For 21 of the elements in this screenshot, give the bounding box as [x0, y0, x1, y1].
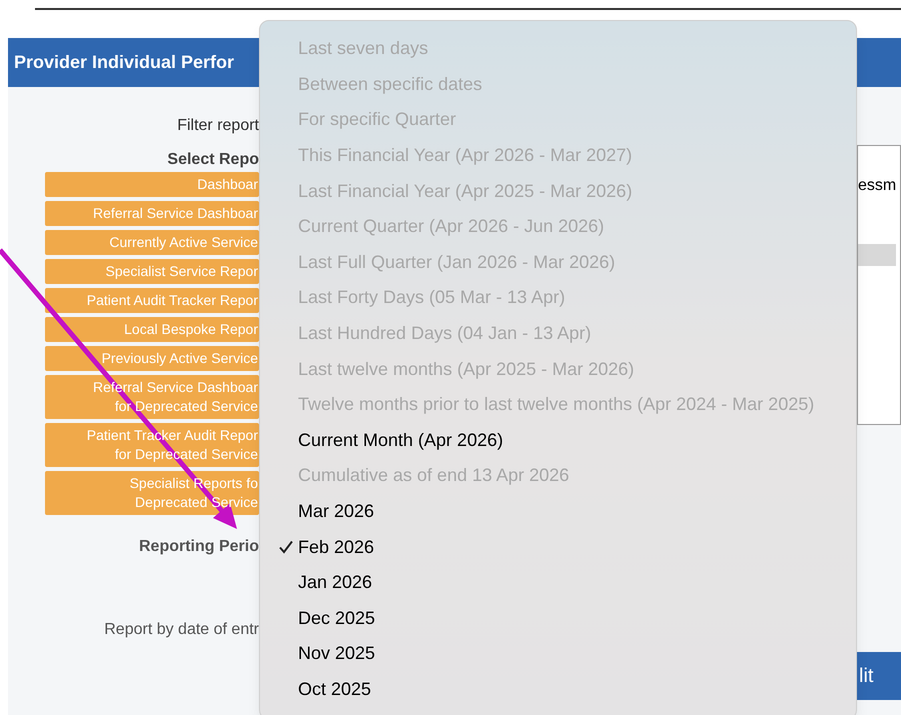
date-of-entry-label: Report by date of entr [104, 620, 259, 640]
report-button[interactable]: Patient Audit Tracker Repor [45, 288, 259, 313]
report-button[interactable]: Currently Active Service [45, 230, 259, 255]
report-list-text: essm [858, 176, 898, 196]
report-button[interactable]: Specialist Service Repor [45, 259, 259, 284]
select-report-label: Select Repo [167, 150, 259, 170]
filter-label: Filter report [177, 116, 259, 136]
report-button[interactable]: Local Bespoke Repor [45, 317, 259, 342]
report-button[interactable]: Referral Service Dashboar [45, 201, 259, 226]
submit-button[interactable]: lit [857, 652, 901, 700]
period-option[interactable]: Oct 2025 [260, 672, 856, 708]
period-option[interactable]: Current Month (Apr 2026) [260, 422, 856, 458]
period-option[interactable]: Nov 2025 [260, 636, 856, 672]
report-button[interactable]: Previously Active Service [45, 346, 259, 371]
period-option[interactable]: Dec 2025 [260, 600, 856, 636]
reporting-period-label: Reporting Perio [138, 537, 259, 557]
page-title: Provider Individual Perfor [14, 51, 234, 74]
period-option[interactable]: Jan 2026 [260, 564, 856, 600]
report-button[interactable]: Dashboar [45, 172, 259, 197]
period-option[interactable]: Mar 2026 [260, 494, 856, 530]
period-option[interactable]: Feb 2026 [260, 529, 856, 565]
